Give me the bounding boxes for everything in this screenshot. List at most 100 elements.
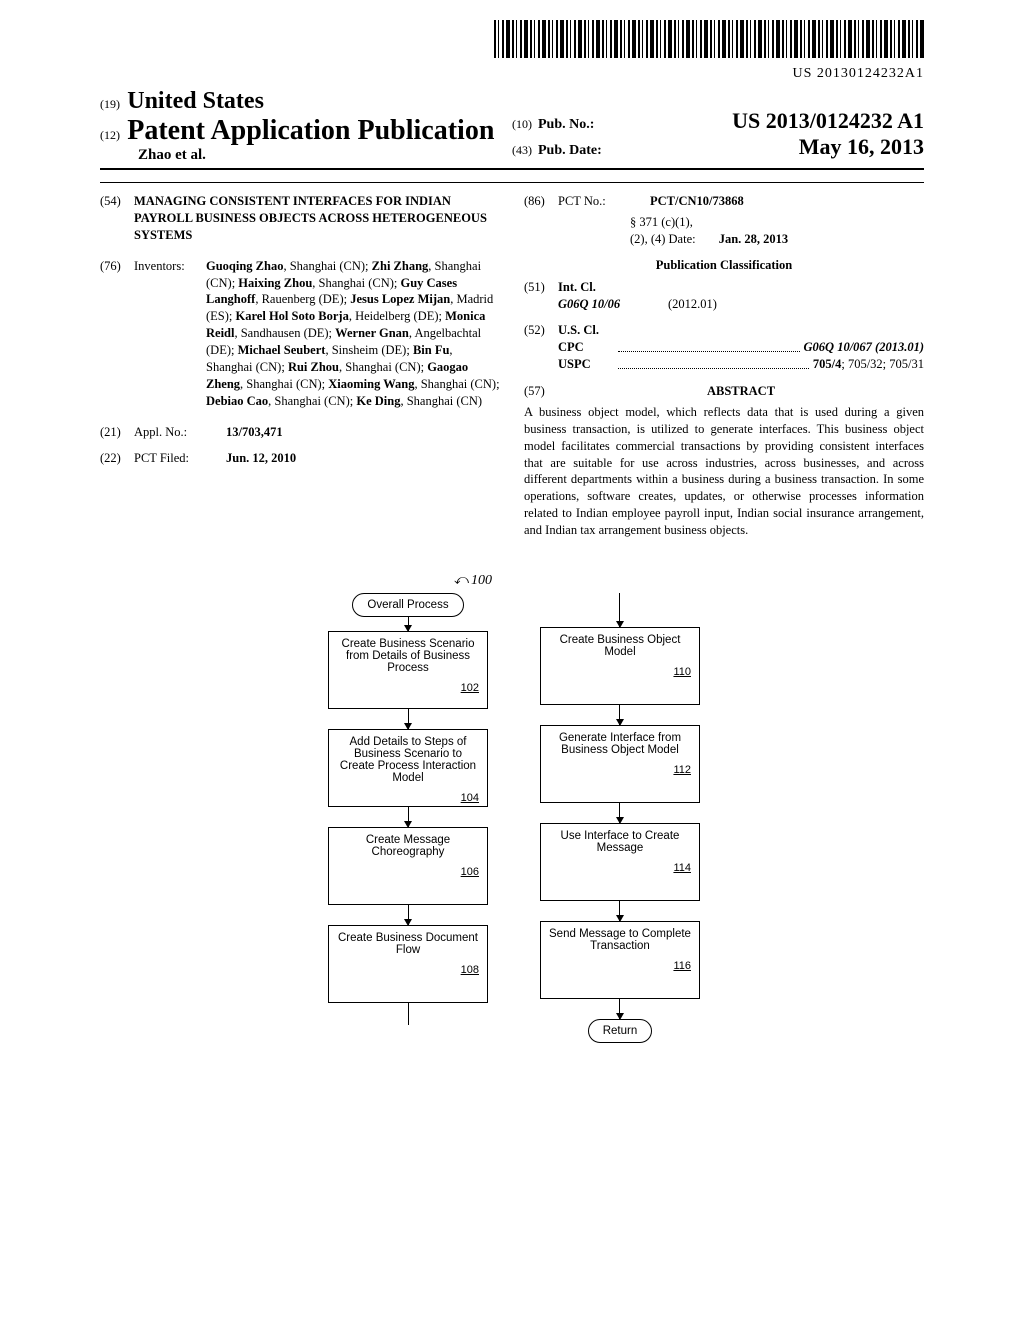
- flow-step-num: 114: [549, 862, 691, 874]
- sec-57: (57) ABSTRACT A business object model, w…: [524, 383, 924, 539]
- sec22-label: PCT Filed:: [134, 450, 206, 467]
- flow-step-text: Use Interface to Create Message: [549, 830, 691, 854]
- flow-step-text: Add Details to Steps of Business Scenari…: [337, 736, 479, 784]
- sec76-label: Inventors:: [134, 258, 206, 410]
- header-rule: [100, 168, 924, 170]
- sec86-label: PCT No.:: [558, 193, 630, 248]
- sec54-code: (54): [100, 193, 134, 244]
- code-43: (43): [512, 143, 532, 158]
- sec76-code: (76): [100, 258, 134, 410]
- flow-arrow: [408, 709, 409, 729]
- flow-step-112: Generate Interface from Business Object …: [540, 725, 700, 803]
- flow-end: Return: [588, 1019, 653, 1043]
- pct-filed: Jun. 12, 2010: [226, 451, 296, 465]
- code-10: (10): [512, 117, 532, 132]
- pct-no: PCT/CN10/73868: [650, 193, 924, 210]
- flow-arrow: [408, 617, 409, 631]
- flow-step-116: Send Message to Complete Transaction 116: [540, 921, 700, 999]
- barcode-number: US 20130124232A1: [100, 66, 924, 82]
- document-header: (19) United States (12) Patent Applicati…: [100, 88, 924, 164]
- code-12: (12): [100, 128, 120, 142]
- flow-step-num: 110: [549, 666, 691, 678]
- flow-right: Create Business Object Model 110 Generate …: [540, 573, 700, 1043]
- figure-100: 100 Overall Process Create Business Scen…: [100, 573, 924, 1043]
- flow-step-106: Create Message Choreography 106: [328, 827, 488, 905]
- flow-step-num: 108: [337, 964, 479, 976]
- flow-arrow: [619, 901, 620, 921]
- pubno-label: Pub. No.:: [538, 117, 594, 133]
- sec-51: (51) Int. Cl. G06Q 10/06 (2012.01): [524, 279, 924, 313]
- flow-step-num: 104: [337, 792, 479, 804]
- barcode-graphic: [494, 20, 924, 58]
- cpc-label: CPC: [558, 339, 614, 356]
- flow-step-text: Send Message to Complete Transaction: [549, 928, 691, 952]
- sec-86: (86) PCT No.: PCT/CN10/73868 § 371 (c)(1…: [524, 193, 924, 248]
- pubdate: May 16, 2013: [799, 134, 924, 160]
- barcode-area: [100, 20, 924, 62]
- sec51-label: Int. Cl.: [558, 279, 924, 296]
- flow-open-connector: [408, 1003, 409, 1025]
- flow-step-text: Generate Interface from Business Object …: [549, 732, 691, 756]
- flow-step-text: Create Business Document Flow: [337, 932, 479, 956]
- abstract-body: A business object model, which reflects …: [524, 404, 924, 539]
- header-rule-thin: [100, 182, 924, 183]
- flow-arrow: [408, 807, 409, 827]
- int-cl-ver: (2012.01): [668, 296, 717, 313]
- abstract-heading: ABSTRACT: [558, 383, 924, 400]
- pubclass-heading: Publication Classification: [524, 258, 924, 273]
- country: United States: [127, 88, 264, 114]
- invention-title: MANAGING CONSISTENT INTERFACES FOR INDIA…: [134, 193, 500, 244]
- cpc-val: G06Q 10/067 (2013.01): [804, 339, 924, 356]
- sec-54: (54) MANAGING CONSISTENT INTERFACES FOR …: [100, 193, 500, 244]
- flow-step-text: Create Business Scenario from Details of…: [337, 638, 479, 674]
- flow-arrow: [619, 593, 620, 627]
- flow-arrow: [619, 999, 620, 1019]
- author-line: Zhao et al.: [138, 147, 206, 163]
- sec22-code: (22): [100, 450, 134, 467]
- sec-52: (52) U.S. Cl. CPC G06Q 10/067 (2013.01) …: [524, 322, 924, 373]
- pubno: US 2013/0124232 A1: [732, 108, 924, 134]
- flow-step-102: Create Business Scenario from Details of…: [328, 631, 488, 709]
- uspc-val: 705/4; 705/32; 705/31: [813, 356, 924, 373]
- sec86-code: (86): [524, 193, 558, 248]
- sec52-code: (52): [524, 322, 558, 373]
- sec-76: (76) Inventors: Guoqing Zhao, Shanghai (…: [100, 258, 500, 410]
- flow-step-num: 112: [549, 764, 691, 776]
- flow-step-104: Add Details to Steps of Business Scenari…: [328, 729, 488, 807]
- flow-arrow: [408, 905, 409, 925]
- dots: [618, 356, 809, 369]
- flow-step-num: 102: [337, 682, 479, 694]
- right-column: (86) PCT No.: PCT/CN10/73868 § 371 (c)(1…: [524, 193, 924, 549]
- sec52-label: U.S. Cl.: [558, 322, 924, 339]
- sec86-sub2-label: (2), (4) Date:: [630, 232, 696, 246]
- sec-21: (21) Appl. No.: 13/703,471: [100, 424, 500, 441]
- pubdate-label: Pub. Date:: [538, 143, 602, 159]
- flow-step-110: Create Business Object Model 110: [540, 627, 700, 705]
- flow-start: Overall Process: [352, 593, 463, 617]
- sec-22: (22) PCT Filed: Jun. 12, 2010: [100, 450, 500, 467]
- flow-arrow: [619, 705, 620, 725]
- sec21-code: (21): [100, 424, 134, 441]
- left-column: (54) MANAGING CONSISTENT INTERFACES FOR …: [100, 193, 500, 549]
- appl-no: 13/703,471: [226, 425, 283, 439]
- dots: [618, 339, 800, 352]
- sec51-code: (51): [524, 279, 558, 313]
- sec57-code: (57): [524, 383, 558, 404]
- flow-left: 100 Overall Process Create Business Scen…: [324, 573, 492, 1043]
- flow-step-108: Create Business Document Flow 108: [328, 925, 488, 1003]
- doc-kind: Patent Application Publication: [127, 115, 494, 146]
- biblio-columns: (54) MANAGING CONSISTENT INTERFACES FOR …: [100, 193, 924, 549]
- sec86-sub1: § 371 (c)(1),: [630, 214, 924, 231]
- flow-step-num: 116: [549, 960, 691, 972]
- flow-step-num: 106: [337, 866, 479, 878]
- flow-step-text: Create Business Object Model: [549, 634, 691, 658]
- code-19: (19): [100, 97, 120, 111]
- sec21-label: Appl. No.:: [134, 424, 206, 441]
- inventors-list: Guoqing Zhao, Shanghai (CN); Zhi Zhang, …: [206, 258, 500, 410]
- uspc-label: USPC: [558, 356, 614, 373]
- int-cl-class: G06Q 10/06: [558, 296, 668, 313]
- sec86-sub2-val: Jan. 28, 2013: [719, 232, 788, 246]
- flow-step-114: Use Interface to Create Message 114: [540, 823, 700, 901]
- flow-arrow: [619, 803, 620, 823]
- flow-step-text: Create Message Choreography: [337, 834, 479, 858]
